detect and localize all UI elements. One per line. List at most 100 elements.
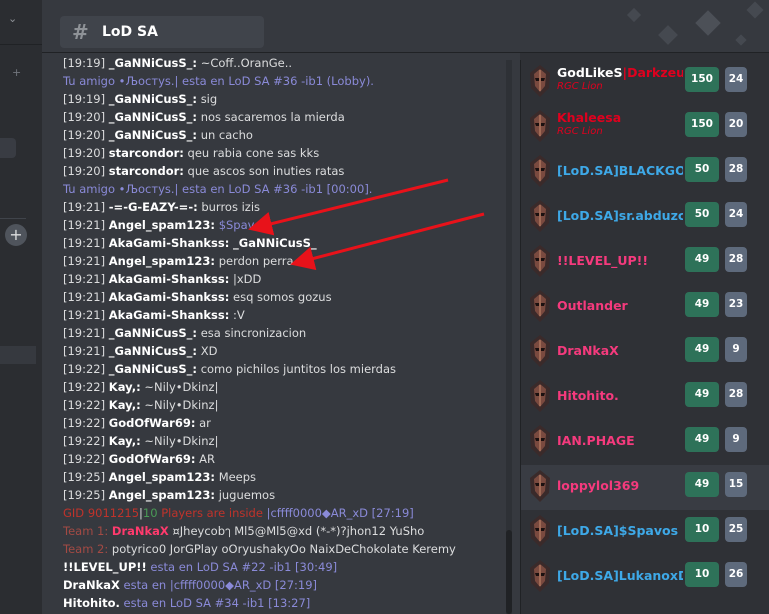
channel-header: # LoD SA: [42, 0, 769, 53]
player-row[interactable]: Hitohito. 49 28: [521, 375, 769, 420]
username[interactable]: Angel_spam123:: [109, 254, 215, 268]
message-text: Meeps: [218, 470, 257, 484]
player-name[interactable]: [LoD.SA]BLACKGOKU: [557, 163, 683, 178]
message-text: $Spavos: [218, 218, 268, 232]
team-1-line: Team 1: DraNkaX ¤Jheycobๅ Ml5@Ml5@xd (*-…: [63, 522, 533, 540]
rail-header: ⌄: [0, 0, 42, 45]
rail-item-bar[interactable]: [0, 346, 36, 364]
username[interactable]: Kay,:: [109, 380, 141, 394]
username[interactable]: _GaNNiCusS_:: [109, 110, 197, 124]
scroll-thumb[interactable]: [506, 530, 512, 614]
username[interactable]: GodOfWar69:: [109, 416, 196, 430]
count-badge: 9: [725, 337, 747, 362]
timestamp: [19:22]: [63, 416, 106, 430]
player-name[interactable]: Hitohito.: [557, 388, 619, 403]
username[interactable]: !!LEVEL_UP!!: [63, 560, 147, 574]
player-row[interactable]: [LoD.SA]$Spavos 10 25: [521, 510, 769, 555]
friend-status-line: DraNkaX esta en |cffff0000◆AR_xD [27:19]: [63, 576, 533, 594]
player-name[interactable]: loppylol369: [557, 478, 639, 493]
username[interactable]: Hitohito.: [63, 596, 120, 610]
username[interactable]: _GaNNiCusS_:: [109, 344, 197, 358]
player-name-text: loppylol369: [557, 478, 640, 493]
username[interactable]: _GaNNiCusS_:: [109, 326, 197, 340]
username[interactable]: Angel_spam123:: [109, 470, 215, 484]
message-list: [19:19] _GaNNiCusS_: ~Coff..OranGe.. Tu a…: [63, 54, 533, 612]
player-row[interactable]: [LoD.SA]BLACKGOKU5028: [521, 150, 769, 195]
username[interactable]: Kay,:: [109, 434, 141, 448]
team-lead[interactable]: DraNkaX: [112, 524, 169, 538]
username[interactable]: starcondor:: [109, 164, 184, 178]
chat-line: [19:21] Angel_spam123: $Spavos: [63, 216, 533, 234]
chat-scrollbar[interactable]: [506, 60, 512, 614]
message-text: qeu rabia cone sas kks: [187, 146, 320, 160]
message-text: ar: [199, 416, 211, 430]
add-server-button[interactable]: +: [5, 224, 27, 246]
player-row[interactable]: IAN.PHAGE 49 9: [521, 420, 769, 465]
count-badge: 15: [725, 472, 747, 497]
chat-line: [19:20] starcondor: qeu rabia cone sas k…: [63, 144, 533, 162]
chat-line: [19:25] Angel_spam123: Meeps: [63, 468, 533, 486]
username[interactable]: Kay,:: [109, 398, 141, 412]
username[interactable]: _GaNNiCusS_:: [109, 92, 197, 106]
player-name[interactable]: GodLikeS|Darkzeus|: [557, 65, 683, 80]
avatar: [527, 469, 553, 503]
level-badge: 150: [685, 112, 719, 137]
username[interactable]: Angel_spam123:: [109, 488, 215, 502]
player-name-text: Outlander: [557, 298, 628, 313]
message-text: burros izis: [201, 200, 261, 214]
rail-item[interactable]: [0, 138, 16, 158]
username[interactable]: starcondor:: [109, 146, 184, 160]
player-row[interactable]: GodLikeS|Darkzeus|RGC Lion15024: [521, 60, 769, 105]
player-name[interactable]: Outlander: [557, 298, 628, 313]
player-row[interactable]: [LoD.SA]sr.abduzcan5024: [521, 195, 769, 240]
message-text: ~Nily•Dkinz|: [144, 380, 219, 394]
chat-line: [19:22] GodOfWar69: AR: [63, 450, 533, 468]
timestamp: [19:21]: [63, 200, 106, 214]
avatar: [527, 244, 553, 278]
count-badge: 26: [725, 562, 747, 587]
timestamp: [19:21]: [63, 344, 106, 358]
chevron-down-icon[interactable]: ⌄: [8, 12, 17, 25]
timestamp: [19:20]: [63, 110, 106, 124]
player-row[interactable]: [LoD.SA]LukanoxD 10 26: [521, 555, 769, 600]
player-row[interactable]: Outlander 49 23: [521, 285, 769, 330]
avatar: [527, 424, 553, 458]
timestamp: [19:21]: [63, 272, 106, 286]
chat-line: [19:21] AkaGami-Shankss: _GaNNiCusS_: [63, 234, 533, 252]
player-name[interactable]: !!LEVEL_UP!!: [557, 253, 648, 268]
username[interactable]: _GaNNiCusS_:: [109, 56, 197, 70]
player-count: 10: [142, 506, 158, 520]
username[interactable]: -=-G-EAZY-=-:: [109, 200, 198, 214]
channel-tab[interactable]: # LoD SA: [60, 16, 264, 48]
add-small-icon[interactable]: +: [12, 66, 21, 79]
player-name-text: [LoD.SA]sr.abduzcan: [557, 208, 683, 223]
player-name[interactable]: [LoD.SA]LukanoxD: [557, 568, 683, 583]
username[interactable]: _GaNNiCusS_:: [109, 128, 197, 142]
avatar: [527, 64, 553, 98]
player-row[interactable]: Khaleesa RGC Lion 150 20: [521, 105, 769, 150]
username[interactable]: AkaGami-Shankss:: [109, 290, 230, 304]
player-name[interactable]: [LoD.SA]sr.abduzcan: [557, 208, 683, 223]
player-list: GodLikeS|Darkzeus|RGC Lion15024KhaleesaR…: [520, 60, 769, 614]
game-info-line: GID 9011215|10 Players are inside |cffff…: [63, 504, 533, 522]
player-name[interactable]: IAN.PHAGE: [557, 433, 635, 448]
username[interactable]: Angel_spam123:: [109, 218, 215, 232]
chat-line: [19:20] _GaNNiCusS_: un cacho: [63, 126, 533, 144]
timestamp: [19:20]: [63, 146, 106, 160]
team-label: Team 2:: [63, 542, 109, 556]
player-name[interactable]: [LoD.SA]$Spavos: [557, 523, 678, 538]
message-text: juguemos: [218, 488, 276, 502]
player-name[interactable]: Khaleesa: [557, 110, 621, 125]
username[interactable]: AkaGami-Shankss:: [109, 308, 230, 322]
player-name[interactable]: DraNkaX: [557, 343, 619, 358]
username[interactable]: AkaGami-Shankss:: [109, 272, 230, 286]
username[interactable]: DraNkaX: [63, 578, 120, 592]
username[interactable]: _GaNNiCusS_:: [109, 362, 197, 376]
player-row[interactable]: loppylol369 49 15: [521, 465, 769, 510]
username[interactable]: GodOfWar69:: [109, 452, 196, 466]
player-row[interactable]: DraNkaX 49 9: [521, 330, 769, 375]
timestamp: [19:19]: [63, 92, 106, 106]
username[interactable]: AkaGami-Shankss:: [109, 236, 230, 250]
player-row[interactable]: !!LEVEL_UP!! 49 28: [521, 240, 769, 285]
player-name-extra: |Darkzeus|: [622, 65, 683, 80]
